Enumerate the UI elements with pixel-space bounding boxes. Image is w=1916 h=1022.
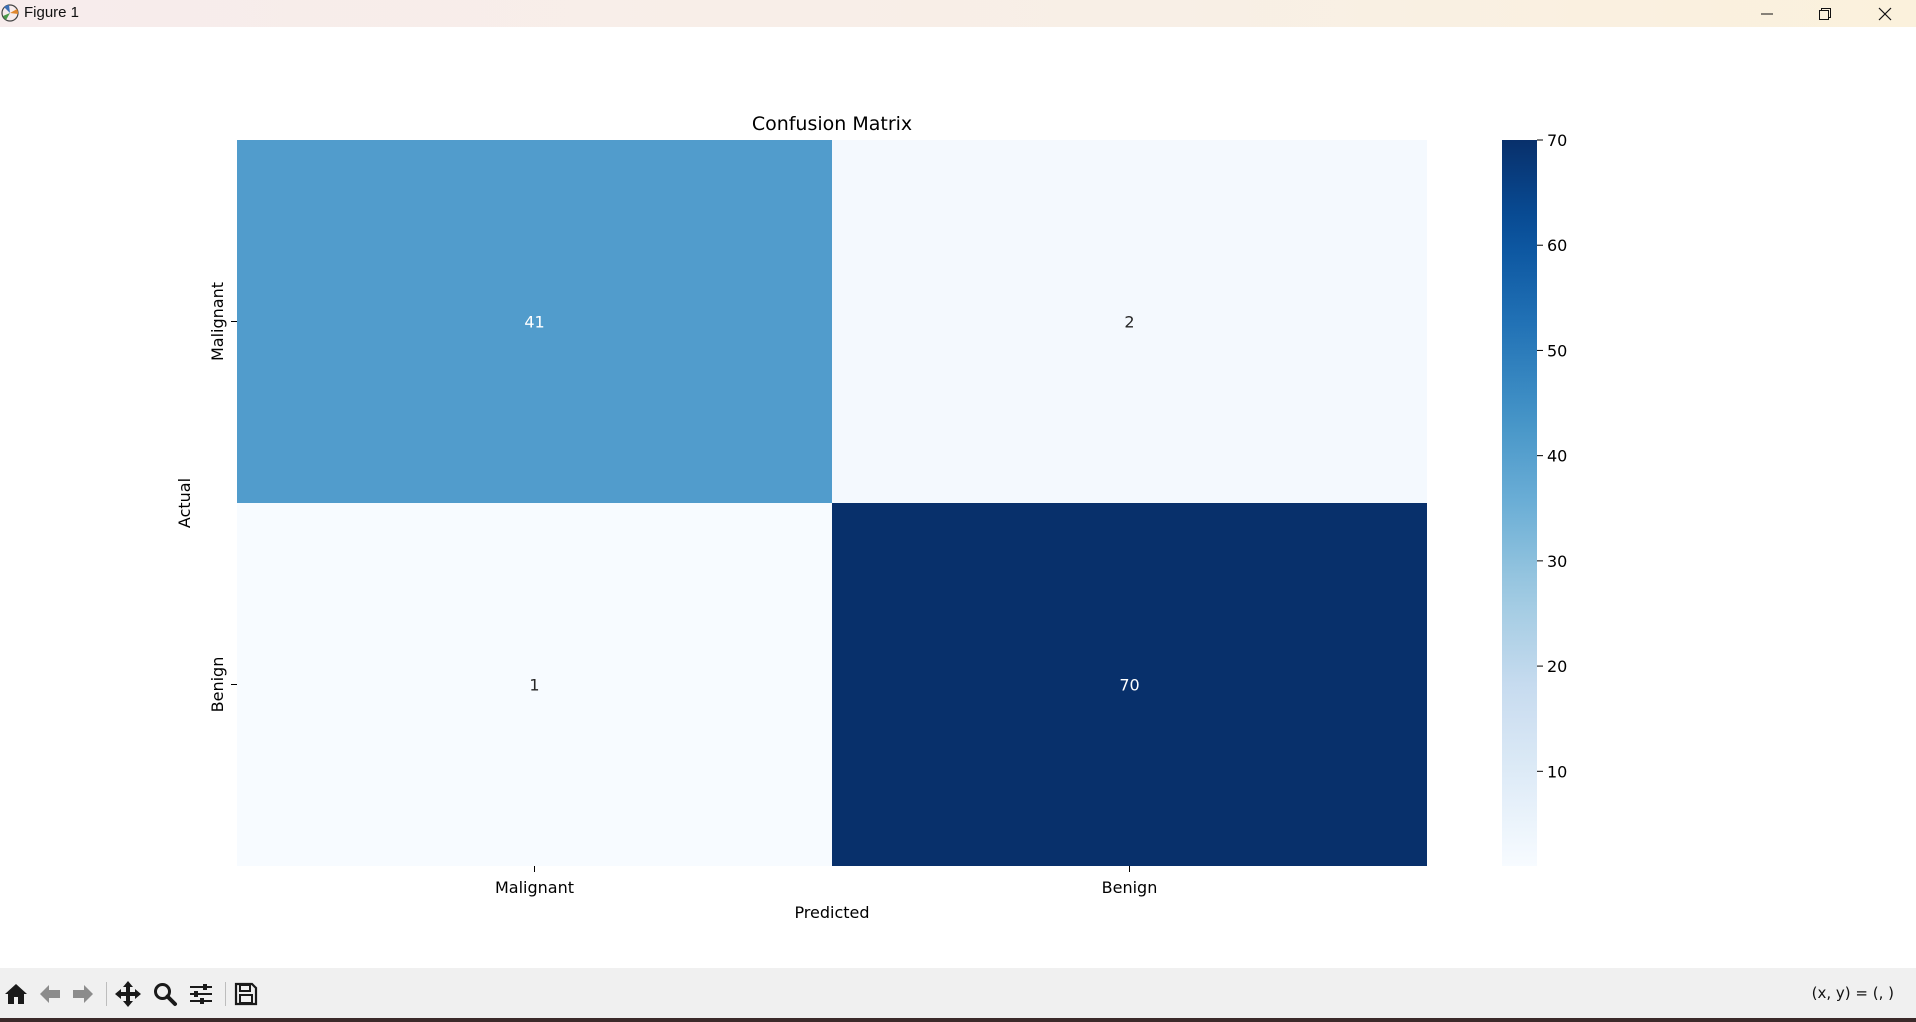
window-title: Figure 1 [24,4,80,21]
back-button[interactable] [35,979,65,1009]
colorbar-tick-label: 60 [1547,236,1567,255]
cursor-coordinates: (x, y) = (, ) [1811,984,1894,1002]
colorbar-tick-label: 70 [1547,131,1567,150]
configure-subplots-button[interactable] [186,979,216,1009]
zoom-button[interactable] [150,979,180,1009]
minimize-button[interactable] [1738,0,1796,27]
colorbar [1502,140,1537,866]
home-button[interactable] [1,979,31,1009]
configure-subplots-icon [190,984,212,1004]
close-button[interactable] [1856,0,1914,27]
x-axis-label: Predicted [794,903,869,922]
forward-icon [73,985,93,1003]
forward-button[interactable] [68,979,98,1009]
figure-canvas[interactable]: 41 2 1 70 Malignant Benign Malignant Benign Conf… [0,27,1916,968]
toolbar-separator [106,982,107,1006]
y-tick-label: Benign [208,657,227,713]
close-icon [1878,7,1892,20]
save-button[interactable] [231,979,261,1009]
matplotlib-logo-icon [1,4,19,22]
cell-annotation: 2 [1124,313,1134,332]
window-bottom-edge [0,1018,1916,1022]
cell-annotation: 41 [524,313,544,332]
zoom-icon [154,983,177,1006]
pan-icon [115,981,141,1007]
cell-annotation: 1 [529,676,539,695]
maximize-button[interactable] [1796,0,1854,27]
x-tick-label: Benign [1102,878,1158,897]
back-icon [40,985,60,1003]
toolbar-separator [225,982,226,1006]
save-icon [234,982,258,1006]
y-tick-label: Malignant [208,282,227,361]
colorbar-tick-label: 10 [1547,762,1567,781]
chart-title: Confusion Matrix [752,113,912,135]
colorbar-tick-label: 40 [1547,447,1567,466]
pan-button[interactable] [113,979,143,1009]
x-tick-label: Malignant [495,878,574,897]
colorbar-tick-label: 50 [1547,341,1567,360]
navigation-toolbar: (x, y) = (, ) [0,968,1916,1018]
window-titlebar: Figure 1 [0,0,1916,27]
home-icon [5,984,27,1004]
cell-annotation: 70 [1119,676,1139,695]
colorbar-tick-label: 30 [1547,552,1567,571]
minimize-icon [1761,13,1773,14]
colorbar-tick-label: 20 [1547,657,1567,676]
maximize-icon [1819,7,1831,20]
confusion-matrix-chart: 41 2 1 70 Malignant Benign Malignant Benign Conf… [175,113,1567,922]
y-axis-label: Actual [175,478,194,528]
